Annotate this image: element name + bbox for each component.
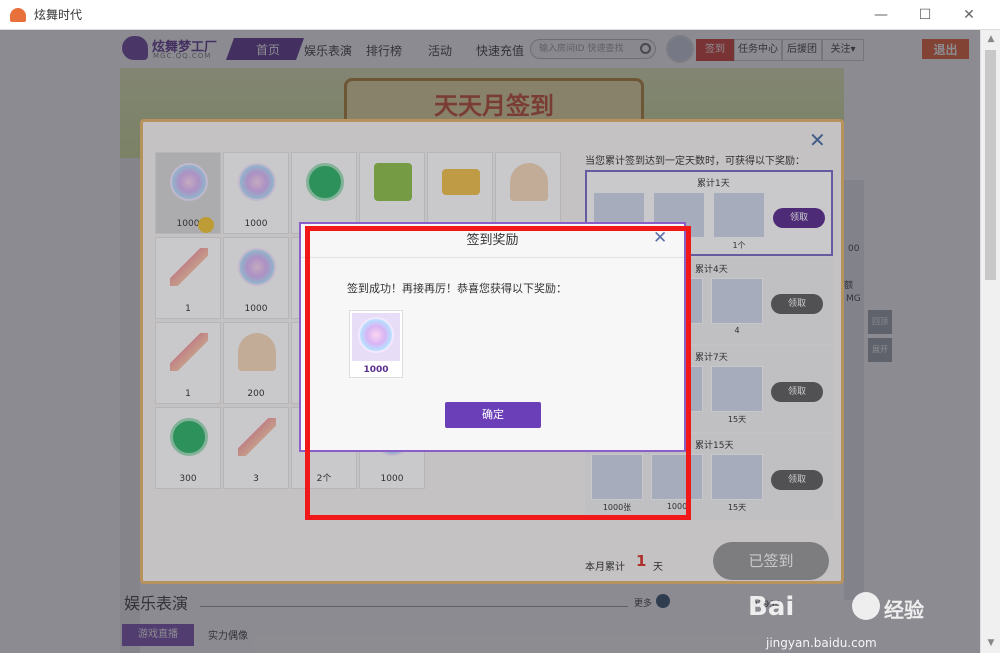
title-bar: 炫舞时代 — ☐ ✕	[0, 0, 1000, 30]
close-window-button[interactable]: ✕	[946, 0, 992, 30]
baidu-watermark: Bai 经验 jingyan.baidu.com	[748, 592, 948, 652]
minimize-button[interactable]: —	[858, 0, 904, 30]
page-scrollbar[interactable]: ▲ ▼	[980, 30, 1000, 653]
watermark-logo: Bai	[748, 592, 795, 622]
paw-icon	[852, 592, 880, 620]
app-logo-icon	[10, 7, 26, 22]
website-content: 炫舞梦工厂 MGC.QQ.COM 首页 娱乐表演 排行榜 活动 快速充值 输入房…	[0, 30, 980, 653]
highlight-box	[305, 226, 691, 520]
watermark-text: 经验	[884, 598, 924, 622]
scroll-down-icon[interactable]: ▼	[981, 638, 1000, 648]
scroll-up-icon[interactable]: ▲	[981, 34, 1000, 44]
maximize-button[interactable]: ☐	[902, 0, 948, 30]
window-title: 炫舞时代	[34, 8, 83, 22]
app-window: 炫舞时代 — ☐ ✕ 炫舞梦工厂 MGC.QQ.COM 首页 娱乐表演 排行榜 …	[0, 0, 1000, 653]
watermark-url: jingyan.baidu.com	[766, 636, 877, 650]
scroll-thumb[interactable]	[985, 50, 996, 280]
